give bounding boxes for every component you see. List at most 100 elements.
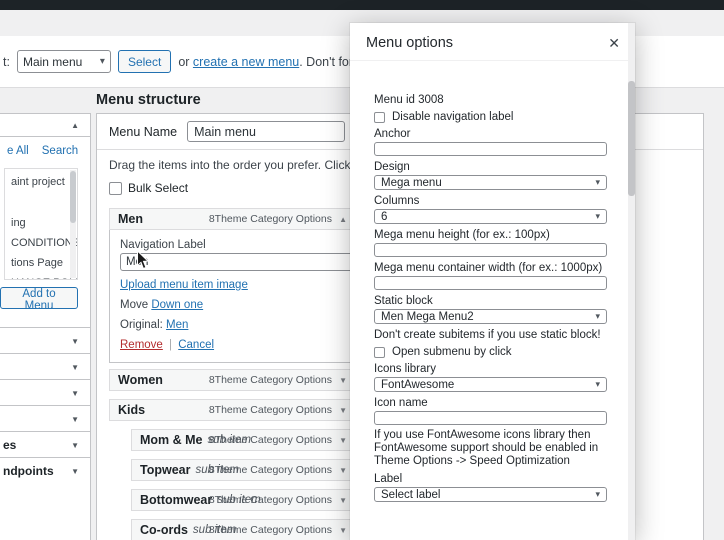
design-select[interactable]: Mega menu ▾ xyxy=(374,175,607,190)
tab-view-all[interactable]: e All xyxy=(7,145,29,157)
category-options-link[interactable]: 8Theme Category Options xyxy=(209,464,332,476)
navigation-label-input[interactable] xyxy=(120,253,358,271)
expand-arrow-icon[interactable]: ▼ xyxy=(339,526,347,535)
move-down-one-link[interactable]: Down one xyxy=(151,299,203,311)
category-options-link[interactable]: 8Theme Category Options xyxy=(209,374,332,386)
category-options-link[interactable]: 8Theme Category Options xyxy=(209,524,332,536)
static-block-note: Don't create subitems if you use static … xyxy=(374,329,601,341)
list-item[interactable]: ing xyxy=(11,217,67,229)
category-options-link[interactable]: 8Theme Category Options xyxy=(209,434,332,446)
menu-item-label: Mom & Me xyxy=(140,433,203,447)
add-to-menu-row: Add to Menu xyxy=(0,280,90,327)
chevron-down-icon[interactable]: ▼ xyxy=(71,441,79,450)
menu-item-settings: Navigation Label Upload menu item image … xyxy=(109,230,369,363)
admin-top-bar xyxy=(0,0,724,10)
label-select[interactable]: Select label ▾ xyxy=(374,487,607,502)
add-to-menu-button[interactable]: Add to Menu xyxy=(0,287,78,312)
disable-navigation-label-checkbox[interactable] xyxy=(374,111,385,123)
page-title: Menu structure xyxy=(96,92,201,108)
menu-item-label: Women xyxy=(118,373,163,387)
menu-item-mom-and-me[interactable]: Mom & Me sub item 8Theme Category Option… xyxy=(131,429,369,451)
columns-select-value: 6 xyxy=(381,210,388,223)
menu-select[interactable]: Main menu ▾ xyxy=(16,50,111,73)
remove-link[interactable]: Remove xyxy=(120,339,163,351)
expand-arrow-icon[interactable]: ▼ xyxy=(339,436,347,445)
mega-menu-height-label: Mega menu height (for ex.: 100px) xyxy=(374,229,550,241)
icons-library-select[interactable]: FontAwesome ▾ xyxy=(374,377,607,392)
menu-item-men[interactable]: Men 8Theme Category Options ▲ xyxy=(109,208,369,230)
list-item[interactable]: tions Page xyxy=(11,257,67,269)
menu-name-input[interactable] xyxy=(187,121,346,142)
expand-arrow-icon[interactable]: ▼ xyxy=(339,466,347,475)
accordion-header-open[interactable]: ▲ xyxy=(0,114,90,137)
modal-header: Menu options ✕ xyxy=(350,23,635,61)
anchor-input[interactable] xyxy=(374,142,607,156)
collapse-arrow-icon[interactable]: ▲ xyxy=(71,121,79,130)
chevron-down-icon[interactable]: ▼ xyxy=(71,415,79,424)
icon-name-input[interactable] xyxy=(374,411,607,425)
menu-item-women[interactable]: Women 8Theme Category Options ▼ xyxy=(109,369,369,391)
accordion-section[interactable]: ▼ xyxy=(0,327,90,353)
bulk-select-checkbox[interactable] xyxy=(109,181,122,195)
modal-body: Menu id 3008 Disable navigation label An… xyxy=(350,61,635,502)
original-item-link[interactable]: Men xyxy=(166,319,188,331)
create-new-menu-link[interactable]: create a new menu xyxy=(193,55,299,69)
upload-menu-item-image-link[interactable]: Upload menu item image xyxy=(120,279,248,291)
menu-item-co-ords[interactable]: Co-ords sub item 8Theme Category Options… xyxy=(131,519,369,540)
expand-arrow-icon[interactable]: ▼ xyxy=(339,496,347,505)
select-menu-label-fragment: t: xyxy=(3,54,10,69)
menu-item-label: Topwear xyxy=(140,463,191,477)
menu-item-kids[interactable]: Kids 8Theme Category Options ▼ xyxy=(109,399,369,421)
design-select-value: Mega menu xyxy=(381,176,442,189)
navigation-label: Navigation Label xyxy=(120,239,206,251)
static-block-select[interactable]: Men Mega Menu2 ▾ xyxy=(374,309,607,324)
category-options-link[interactable]: 8Theme Category Options xyxy=(209,213,332,225)
menu-item-topwear[interactable]: Topwear sub item 8Theme Category Options… xyxy=(131,459,369,481)
chevron-down-icon: ▾ xyxy=(99,55,105,67)
accordion-section[interactable]: ▼ xyxy=(0,353,90,379)
modal-scrollbar-thumb[interactable] xyxy=(628,81,635,196)
chevron-down-icon: ▾ xyxy=(595,379,600,389)
list-scrollbar[interactable] xyxy=(70,170,76,278)
accordion-section-endpoints[interactable]: ndpoints ▼ xyxy=(0,457,90,483)
accordion-section[interactable]: es ▼ xyxy=(0,431,90,457)
disable-navigation-label-text: Disable navigation label xyxy=(392,111,514,123)
menu-name-label: Menu Name xyxy=(109,124,178,139)
list-item[interactable]: CONDITIONS — xyxy=(11,237,77,249)
menu-item-label: Men xyxy=(118,212,143,226)
open-submenu-text: Open submenu by click xyxy=(392,346,512,358)
accordion-section[interactable]: ▼ xyxy=(0,379,90,405)
menu-id-text: Menu id 3008 xyxy=(374,94,444,106)
category-options-link[interactable]: 8Theme Category Options xyxy=(209,404,332,416)
mega-menu-height-input[interactable] xyxy=(374,243,607,257)
close-icon[interactable]: ✕ xyxy=(608,36,620,50)
label-label: Label xyxy=(374,473,403,485)
list-scrollbar-thumb[interactable] xyxy=(70,171,76,223)
fontawesome-note: If you use FontAwesome icons library the… xyxy=(374,429,599,467)
chevron-down-icon: ▾ xyxy=(595,211,600,221)
list-item[interactable]: HANGE POLICY xyxy=(11,277,77,279)
menu-item-bottomwear[interactable]: Bottomwear sub item 8Theme Category Opti… xyxy=(131,489,369,511)
chevron-down-icon: ▾ xyxy=(595,177,600,187)
modal-title: Menu options xyxy=(366,35,454,51)
chevron-down-icon[interactable]: ▼ xyxy=(71,389,79,398)
select-menu-button[interactable]: Select xyxy=(117,50,172,73)
columns-select[interactable]: 6 ▾ xyxy=(374,209,607,224)
tab-search[interactable]: Search xyxy=(42,145,78,157)
expand-arrow-icon[interactable]: ▼ xyxy=(339,406,347,415)
collapse-arrow-icon[interactable]: ▲ xyxy=(339,215,347,224)
static-block-select-value: Men Mega Menu2 xyxy=(381,310,474,323)
chevron-down-icon[interactable]: ▼ xyxy=(71,337,79,346)
modal-scrollbar[interactable] xyxy=(628,23,635,540)
category-options-link[interactable]: 8Theme Category Options xyxy=(209,494,332,506)
chevron-down-icon[interactable]: ▼ xyxy=(71,467,79,476)
menu-item-label: Bottomwear xyxy=(140,493,213,507)
cancel-link[interactable]: Cancel xyxy=(178,339,214,351)
open-submenu-checkbox[interactable] xyxy=(374,346,385,358)
expand-arrow-icon[interactable]: ▼ xyxy=(339,376,347,385)
chevron-down-icon[interactable]: ▼ xyxy=(71,363,79,372)
mega-menu-width-input[interactable] xyxy=(374,276,607,290)
or-text: or xyxy=(178,54,190,69)
list-item[interactable]: aint project xyxy=(11,176,67,188)
accordion-section[interactable]: ▼ xyxy=(0,405,90,431)
